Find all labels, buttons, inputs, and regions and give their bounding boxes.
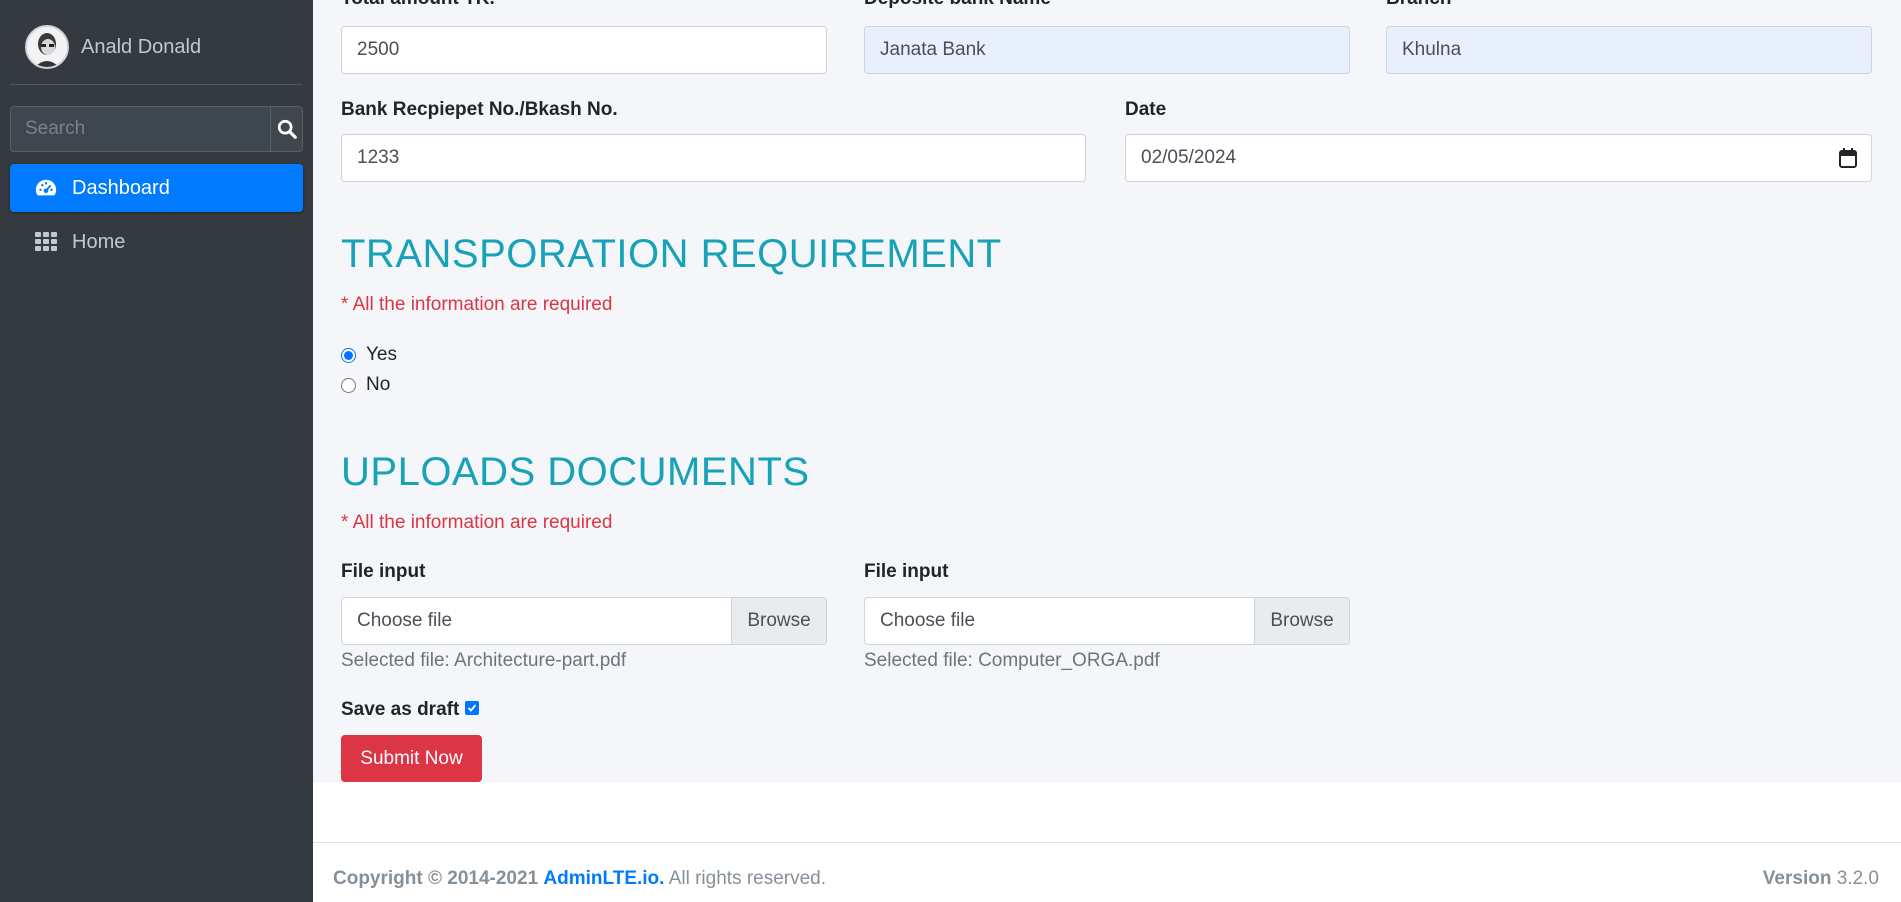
file-input-label-1: File input [341, 561, 426, 582]
save-draft-row: Save as draft [341, 699, 480, 721]
file-input-2[interactable]: Choose file Browse [864, 597, 1350, 645]
browse-button-2[interactable]: Browse [1254, 598, 1349, 644]
save-draft-label: Save as draft [341, 699, 460, 720]
search-icon [277, 119, 297, 139]
save-draft-checkbox[interactable] [465, 701, 480, 715]
submit-button[interactable]: Submit Now [341, 735, 482, 782]
sidebar-item-label: Home [72, 230, 126, 253]
sidebar: Anald Donald Dashboard [0, 0, 313, 902]
search-button[interactable] [270, 106, 303, 152]
total-amount-field[interactable]: 2500 [341, 26, 827, 74]
bank-name-field[interactable]: Janata Bank [864, 26, 1350, 74]
sidebar-item-home[interactable]: Home [10, 218, 303, 266]
date-field[interactable]: 02/05/2024 [1125, 134, 1872, 182]
file-input-1-text[interactable]: Choose file [342, 598, 731, 644]
selected-file-2: Selected file: Computer_ORGA.pdf [864, 650, 1160, 671]
footer-version: Version 3.2.0 [1763, 868, 1879, 890]
tachometer-icon [34, 176, 58, 200]
branch-field[interactable]: Khulna [1386, 26, 1872, 74]
version-value: 3.2.0 [1836, 868, 1879, 889]
browse-button-1[interactable]: Browse [731, 598, 826, 644]
radio-yes-label[interactable]: Yes [366, 344, 397, 366]
sidebar-item-dashboard[interactable]: Dashboard [10, 164, 303, 212]
total-amount-value: 2500 [357, 39, 400, 60]
file-input-label-2: File input [864, 561, 949, 582]
copyright-text: Copyright © 2014-2021 [333, 868, 539, 889]
version-label: Version [1762, 868, 1832, 889]
user-name[interactable]: Anald Donald [81, 36, 201, 59]
receipt-label: Bank Recpiepet No./Bkash No. [341, 99, 618, 120]
branch-label: Branch [1386, 0, 1451, 10]
footer-divider [313, 842, 1901, 843]
radio-no-label[interactable]: No [366, 374, 390, 396]
receipt-field[interactable]: 1233 [341, 134, 1086, 182]
file-input-2-text[interactable]: Choose file [865, 598, 1254, 644]
grid-icon [34, 230, 58, 254]
radio-no-button[interactable] [341, 377, 356, 393]
radio-yes-button[interactable] [341, 347, 356, 363]
checkmark-icon [468, 704, 477, 712]
date-value: 02/05/2024 [1141, 147, 1237, 168]
search-input[interactable] [10, 106, 270, 152]
uploads-section-title: UPLOADS DOCUMENTS [341, 450, 810, 494]
transport-required-note: * All the information are required [341, 294, 613, 315]
sidebar-search [10, 106, 303, 152]
footer-copyright: Copyright © 2014-2021 AdminLTE.io. All r… [333, 868, 826, 890]
uploads-required-note: * All the information are required [341, 512, 613, 533]
rights-text: All rights reserved. [668, 868, 827, 889]
footer: Copyright © 2014-2021 AdminLTE.io. All r… [313, 782, 1901, 902]
bank-name-label: Deposite bank Name [864, 0, 1051, 10]
selected-file-1: Selected file: Architecture-part.pdf [341, 650, 627, 671]
receipt-value: 1233 [357, 147, 400, 168]
file-input-1[interactable]: Choose file Browse [341, 597, 827, 645]
brand-link[interactable]: AdminLTE.io. [543, 868, 664, 889]
total-amount-label: Total amount TK. [341, 0, 495, 10]
avatar[interactable] [25, 25, 69, 69]
user-panel[interactable]: Anald Donald [10, 10, 302, 85]
transport-section-title: TRANSPORATION REQUIREMENT [341, 232, 1002, 276]
bank-name-value: Janata Bank [880, 39, 986, 60]
calendar-icon[interactable] [1839, 148, 1857, 174]
radio-yes[interactable]: Yes [341, 344, 397, 366]
main-content: Total amount TK. 2500 Deposite bank Name… [313, 0, 1901, 782]
radio-no[interactable]: No [341, 374, 390, 396]
branch-value: Khulna [1402, 39, 1462, 60]
sidebar-item-label: Dashboard [72, 176, 170, 199]
date-label: Date [1125, 99, 1167, 120]
